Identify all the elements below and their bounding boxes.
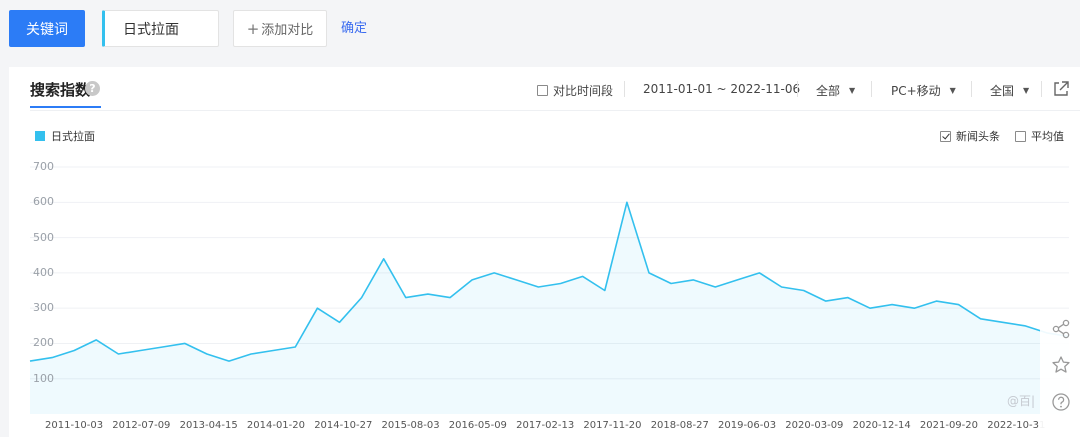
x-tick-label: 2016-05-09 — [448, 420, 507, 431]
watermark: @百| — [1007, 394, 1036, 408]
y-tick-label: 100 — [33, 371, 54, 385]
x-tick-label: 2013-04-15 — [179, 420, 238, 431]
keyword-button[interactable]: 关键词 — [9, 10, 85, 47]
y-tick-label: 400 — [33, 265, 54, 279]
help-icon[interactable] — [1051, 392, 1071, 412]
y-tick-label: 600 — [33, 195, 54, 209]
x-tick-label: 2018-08-27 — [650, 420, 709, 431]
x-tick-label: 2017-11-20 — [583, 420, 642, 431]
chart-side-tools — [1040, 315, 1080, 437]
y-tick-label: 200 — [33, 336, 54, 350]
search-index-chart[interactable] — [9, 67, 1080, 437]
add-compare-label: 添加对比 — [261, 23, 314, 38]
keyword-term-field[interactable]: 日式拉面 — [102, 10, 219, 47]
keyword-term-text: 日式拉面 — [123, 21, 179, 38]
x-tick-label: 2011-10-03 — [45, 420, 104, 431]
search-index-panel: 搜索指数 ? 对比时间段 2011-01-01 ~ 2022-11-06 全部 … — [9, 67, 1080, 437]
plus-icon: + — [246, 19, 260, 38]
x-tick-label: 2017-02-13 — [516, 420, 575, 431]
top-toolbar: 关键词 日式拉面 + 添加对比 确定 — [0, 0, 1080, 60]
y-tick-label: 500 — [33, 230, 54, 244]
x-tick-label: 2020-12-14 — [852, 420, 911, 431]
add-compare-button[interactable]: + 添加对比 — [233, 10, 327, 47]
x-tick-label: 2015-08-03 — [381, 420, 440, 431]
x-tick-label: 2021-09-20 — [919, 420, 979, 431]
star-icon[interactable] — [1051, 355, 1071, 375]
y-tick-label: 700 — [33, 160, 54, 174]
x-tick-label: 2014-10-27 — [314, 420, 373, 431]
x-tick-label: 2014-01-20 — [246, 420, 306, 431]
x-tick-label: 2012-07-09 — [112, 420, 171, 431]
x-tick-label: 2020-03-09 — [785, 420, 844, 431]
y-tick-label: 300 — [33, 301, 54, 315]
x-tick-label: 2019-06-03 — [718, 420, 777, 431]
share-icon[interactable] — [1051, 319, 1071, 339]
x-tick-label: 2022-10-31 — [987, 420, 1046, 431]
confirm-link[interactable]: 确定 — [341, 17, 367, 36]
